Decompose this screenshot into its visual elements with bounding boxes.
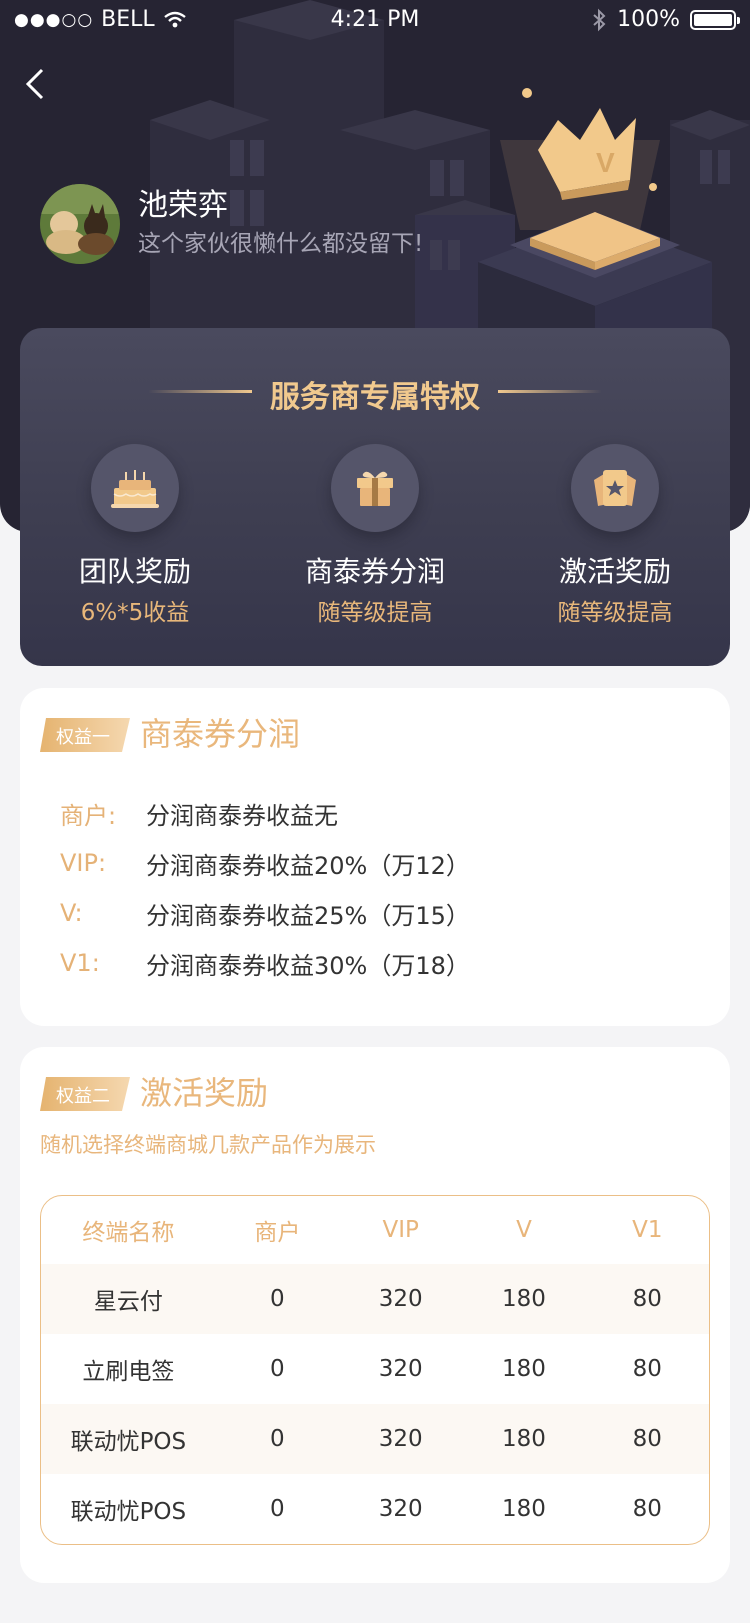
benefit-row: V1: 分润商泰券收益30%（万18） bbox=[60, 938, 470, 988]
table-cell: 80 bbox=[632, 1496, 662, 1522]
level-label: V1: bbox=[60, 949, 100, 977]
feature-activation-reward[interactable]: 激活奖励 随等级提高 bbox=[500, 444, 730, 628]
cake-icon bbox=[91, 444, 179, 532]
user-bio: 这个家伙很懒什么都没留下! bbox=[138, 231, 424, 257]
ticket-icon bbox=[571, 444, 659, 532]
column-header: VIP bbox=[382, 1217, 419, 1243]
table-header-row: 终端名称 商户 VIP V V1 bbox=[41, 1196, 709, 1264]
user-profile: 池荣弈 这个家伙很懒什么都没留下! bbox=[40, 184, 423, 264]
table-cell: 180 bbox=[462, 1404, 586, 1474]
privileges-title: 服务商专属特权 bbox=[270, 380, 480, 415]
table-cell: 180 bbox=[502, 1496, 546, 1522]
benefit-tag-label: 权益一 bbox=[56, 727, 110, 748]
avatar-dogs-image bbox=[40, 184, 120, 264]
column-header: V1 bbox=[632, 1217, 663, 1243]
benefit-row: 商户: 分润商泰券收益无 bbox=[60, 788, 470, 838]
table-cell: 180 bbox=[462, 1264, 586, 1334]
feature-coupon-share[interactable]: 商泰券分润 随等级提高 bbox=[260, 444, 490, 628]
level-desc: 分润商泰券收益25%（万15） bbox=[146, 901, 470, 930]
avatar[interactable] bbox=[40, 184, 120, 264]
table-cell: 320 bbox=[378, 1356, 423, 1382]
privileges-card: 服务商专属特权 团队奖励 6%*5收益 商泰券分润 随等级提高 激活奖励 随等级… bbox=[20, 328, 730, 666]
column-header: 商户 bbox=[254, 1220, 301, 1246]
benefit-title: 激活奖励 bbox=[140, 1074, 269, 1112]
benefit-row: VIP: 分润商泰券收益20%（万12） bbox=[60, 838, 470, 888]
table-cell: 180 bbox=[502, 1356, 546, 1382]
battery-icon bbox=[690, 9, 740, 30]
level-label: 商户: bbox=[60, 801, 117, 830]
gift-icon bbox=[331, 444, 419, 532]
level-desc: 分润商泰券收益30%（万18） bbox=[146, 951, 470, 980]
table-row: 联动忧POS 0 320 180 80 bbox=[41, 1474, 709, 1544]
level-label: V: bbox=[60, 899, 83, 927]
title-divider-right bbox=[498, 390, 602, 393]
benefit-tag: 权益二 bbox=[40, 1077, 130, 1111]
feature-subtitle: 随等级提高 bbox=[317, 600, 433, 626]
feature-name: 团队奖励 bbox=[78, 555, 191, 588]
table-cell: 80 bbox=[632, 1356, 662, 1382]
member-privilege-page: V ●●●○○ BELL 4:21 PM 100% 池荣弈 这个家伙很懒什么都没… bbox=[0, 0, 750, 1623]
table-row: 立刷电签 0 320 180 80 bbox=[41, 1334, 709, 1404]
benefit-note: 随机选择终端商城几款产品作为展示 bbox=[40, 1133, 376, 1157]
table-cell: 0 bbox=[215, 1404, 340, 1474]
table-cell: 320 bbox=[339, 1264, 463, 1334]
benefit-title: 商泰券分润 bbox=[140, 715, 301, 753]
column-header: 终端名称 bbox=[82, 1220, 175, 1246]
level-desc: 分润商泰券收益20%（万12） bbox=[146, 851, 470, 880]
feature-name: 激活奖励 bbox=[558, 555, 671, 588]
table-row: 联动忧POS 0 320 180 80 bbox=[41, 1404, 709, 1474]
feature-name: 商泰券分润 bbox=[304, 555, 445, 588]
status-right: 100% bbox=[591, 7, 740, 32]
table-cell: 星云付 bbox=[41, 1264, 216, 1334]
column-header: V bbox=[516, 1217, 532, 1243]
battery-percent: 100% bbox=[617, 7, 680, 32]
benefit-card-activation: 权益二 激活奖励 随机选择终端商城几款产品作为展示 终端名称 商户 VIP V … bbox=[20, 1047, 730, 1583]
table-cell: 0 bbox=[270, 1496, 285, 1522]
benefit-card-coupon: 权益一 商泰券分润 商户: 分润商泰券收益无 VIP: 分润商泰券收益20%（万… bbox=[20, 688, 730, 1026]
benefit-rows: 商户: 分润商泰券收益无 VIP: 分润商泰券收益20%（万12） V: 分润商… bbox=[60, 788, 470, 988]
level-desc: 分润商泰券收益无 bbox=[146, 801, 338, 830]
table-cell: 0 bbox=[215, 1264, 340, 1334]
level-label: VIP: bbox=[60, 849, 107, 877]
svg-text:V: V bbox=[596, 147, 615, 178]
table-cell: 立刷电签 bbox=[82, 1359, 175, 1385]
feature-team-reward[interactable]: 团队奖励 6%*5收益 bbox=[20, 444, 250, 628]
table-cell: 联动忧POS bbox=[70, 1499, 187, 1525]
chevron-left-icon bbox=[25, 68, 44, 100]
table-cell: 联动忧POS bbox=[41, 1404, 216, 1474]
terminal-reward-table: 终端名称 商户 VIP V V1 星云付 0 320 180 80 立刷电签 0 bbox=[40, 1195, 710, 1545]
benefit-row: V: 分润商泰券收益25%（万15） bbox=[60, 888, 470, 938]
feature-subtitle: 6%*5收益 bbox=[80, 600, 190, 626]
benefit-tag: 权益一 bbox=[40, 718, 130, 752]
back-button[interactable] bbox=[16, 64, 56, 104]
table-cell: 320 bbox=[378, 1496, 423, 1522]
table-row: 星云付 0 320 180 80 bbox=[41, 1264, 709, 1334]
benefit-tag-label: 权益二 bbox=[56, 1086, 110, 1107]
table-cell: 0 bbox=[270, 1356, 285, 1382]
table-cell: 80 bbox=[585, 1404, 709, 1474]
table-cell: 80 bbox=[585, 1264, 709, 1334]
table-cell: 320 bbox=[339, 1404, 463, 1474]
feature-subtitle: 随等级提高 bbox=[557, 600, 673, 626]
status-bar: ●●●○○ BELL 4:21 PM 100% bbox=[0, 0, 750, 40]
user-name: 池荣弈 bbox=[138, 188, 228, 223]
bluetooth-icon bbox=[593, 8, 606, 31]
